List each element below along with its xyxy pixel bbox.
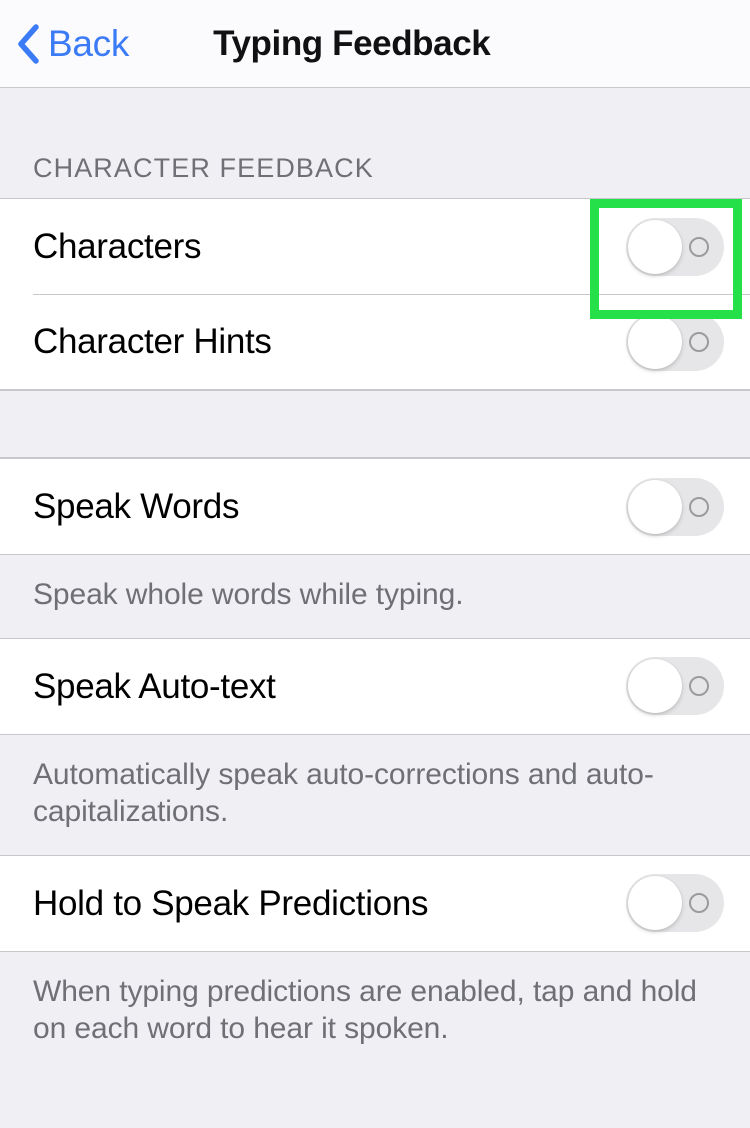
- row-label: Character Hints: [33, 322, 272, 361]
- row-speak-words[interactable]: Speak Words: [0, 459, 750, 554]
- row-character-hints[interactable]: Character Hints: [0, 294, 750, 389]
- footer-speak-words: Speak whole words while typing.: [0, 555, 750, 638]
- chevron-left-icon: [18, 23, 39, 64]
- section-header-character-feedback: CHARACTER FEEDBACK: [0, 88, 750, 198]
- toggle-knob: [628, 219, 682, 274]
- section-speak-auto-text: Speak Auto-text: [0, 637, 750, 735]
- toggle-knob: [628, 314, 682, 369]
- toggle-off-indicator-icon: [689, 331, 709, 352]
- toggle-off-indicator-icon: [689, 893, 709, 914]
- toggle-off-indicator-icon: [689, 236, 709, 257]
- footer-text: When typing predictions are enabled, tap…: [33, 974, 697, 1045]
- row-label: Hold to Speak Predictions: [33, 883, 429, 923]
- speak-words-toggle[interactable]: [626, 477, 724, 536]
- section-character-feedback: Characters Character Hints: [0, 198, 750, 390]
- section-header-label: CHARACTER FEEDBACK: [33, 153, 374, 183]
- footer-text: Automatically speak auto-corrections and…: [33, 757, 654, 828]
- toggle-knob: [628, 659, 682, 714]
- speak-auto-text-toggle[interactable]: [626, 657, 724, 716]
- toggle-off-indicator-icon: [689, 496, 709, 517]
- navigation-bar: Back Typing Feedback: [0, 0, 750, 88]
- toggle-off-indicator-icon: [689, 676, 709, 697]
- footer-text: Speak whole words while typing.: [33, 578, 464, 611]
- row-label: Speak Auto-text: [33, 666, 276, 706]
- page-title: Typing Feedback: [213, 24, 491, 63]
- toggle-knob: [628, 876, 682, 931]
- footer-hold-to-speak-predictions: When typing predictions are enabled, tap…: [0, 951, 750, 1072]
- footer-speak-auto-text: Automatically speak auto-corrections and…: [0, 734, 750, 855]
- section-speak-words: Speak Words: [0, 458, 750, 555]
- row-characters[interactable]: Characters: [0, 199, 750, 294]
- settings-screen: Back Typing Feedback CHARACTER FEEDBACK …: [0, 0, 750, 1128]
- row-label: Characters: [33, 227, 202, 266]
- section-hold-to-speak-predictions: Hold to Speak Predictions: [0, 854, 750, 952]
- row-label: Speak Words: [33, 487, 240, 526]
- row-speak-auto-text[interactable]: Speak Auto-text: [0, 638, 750, 734]
- characters-toggle[interactable]: [626, 217, 724, 276]
- character-hints-toggle[interactable]: [626, 312, 724, 371]
- section-gap: [0, 390, 750, 458]
- toggle-knob: [628, 479, 682, 534]
- back-button[interactable]: Back: [14, 22, 129, 66]
- row-hold-to-speak-predictions[interactable]: Hold to Speak Predictions: [0, 855, 750, 951]
- hold-to-speak-predictions-toggle[interactable]: [626, 874, 724, 933]
- back-button-label: Back: [48, 23, 130, 64]
